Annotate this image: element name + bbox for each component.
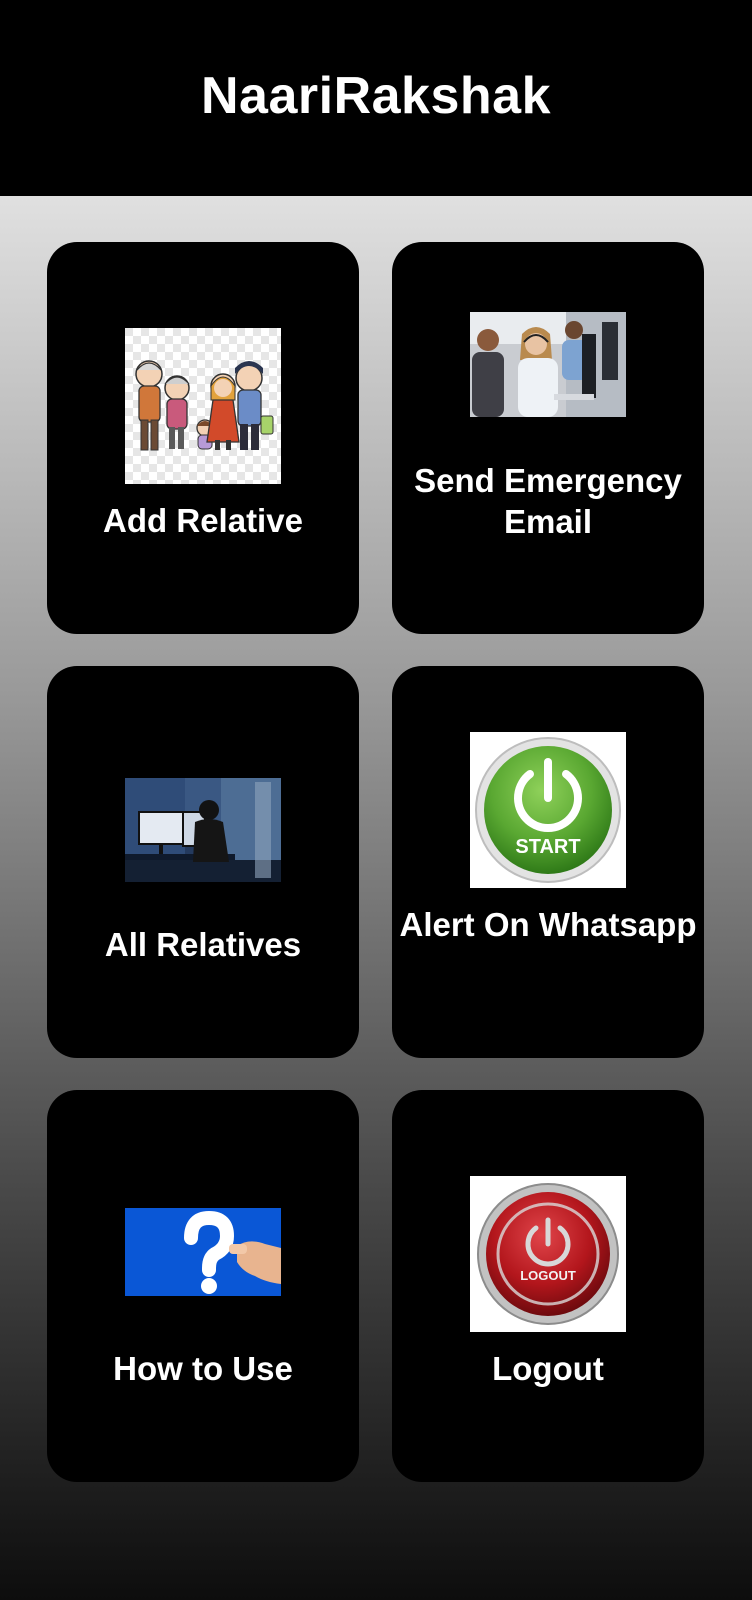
alert-on-whatsapp-button[interactable]: START Alert On Whatsapp — [392, 666, 704, 1058]
start-power-button-icon: START — [470, 732, 626, 888]
all-relatives-label: All Relatives — [104, 926, 302, 963]
how-to-use-label: How to Use — [113, 1350, 293, 1387]
start-icon-text: START — [515, 836, 580, 858]
family-illustration-icon — [125, 328, 281, 484]
send-emergency-email-button[interactable]: Send Emergency Email — [392, 242, 704, 634]
alert-on-whatsapp-label: Alert On Whatsapp — [399, 906, 697, 943]
call-center-photo-icon — [470, 312, 626, 417]
send-emergency-email-label: Send Emergency Email — [414, 462, 682, 540]
logout-power-button-icon: LOGOUT — [470, 1176, 626, 1332]
dashboard-grid: Add Relative Send Emergency Email All Re… — [0, 196, 752, 1600]
logout-icon-text: LOGOUT — [520, 1268, 576, 1283]
add-relative-button[interactable]: Add Relative — [47, 242, 359, 634]
logout-label: Logout — [492, 1350, 604, 1387]
add-relative-label: Add Relative — [103, 502, 303, 539]
monitor-room-photo-icon — [125, 778, 281, 882]
app-bar: NaariRakshak — [0, 0, 752, 196]
how-to-use-button[interactable]: How to Use — [47, 1090, 359, 1482]
question-mark-icon — [125, 1208, 281, 1296]
logout-button[interactable]: LOGOUT Logout — [392, 1090, 704, 1482]
all-relatives-button[interactable]: All Relatives — [47, 666, 359, 1058]
app-title: NaariRakshak — [201, 67, 551, 125]
